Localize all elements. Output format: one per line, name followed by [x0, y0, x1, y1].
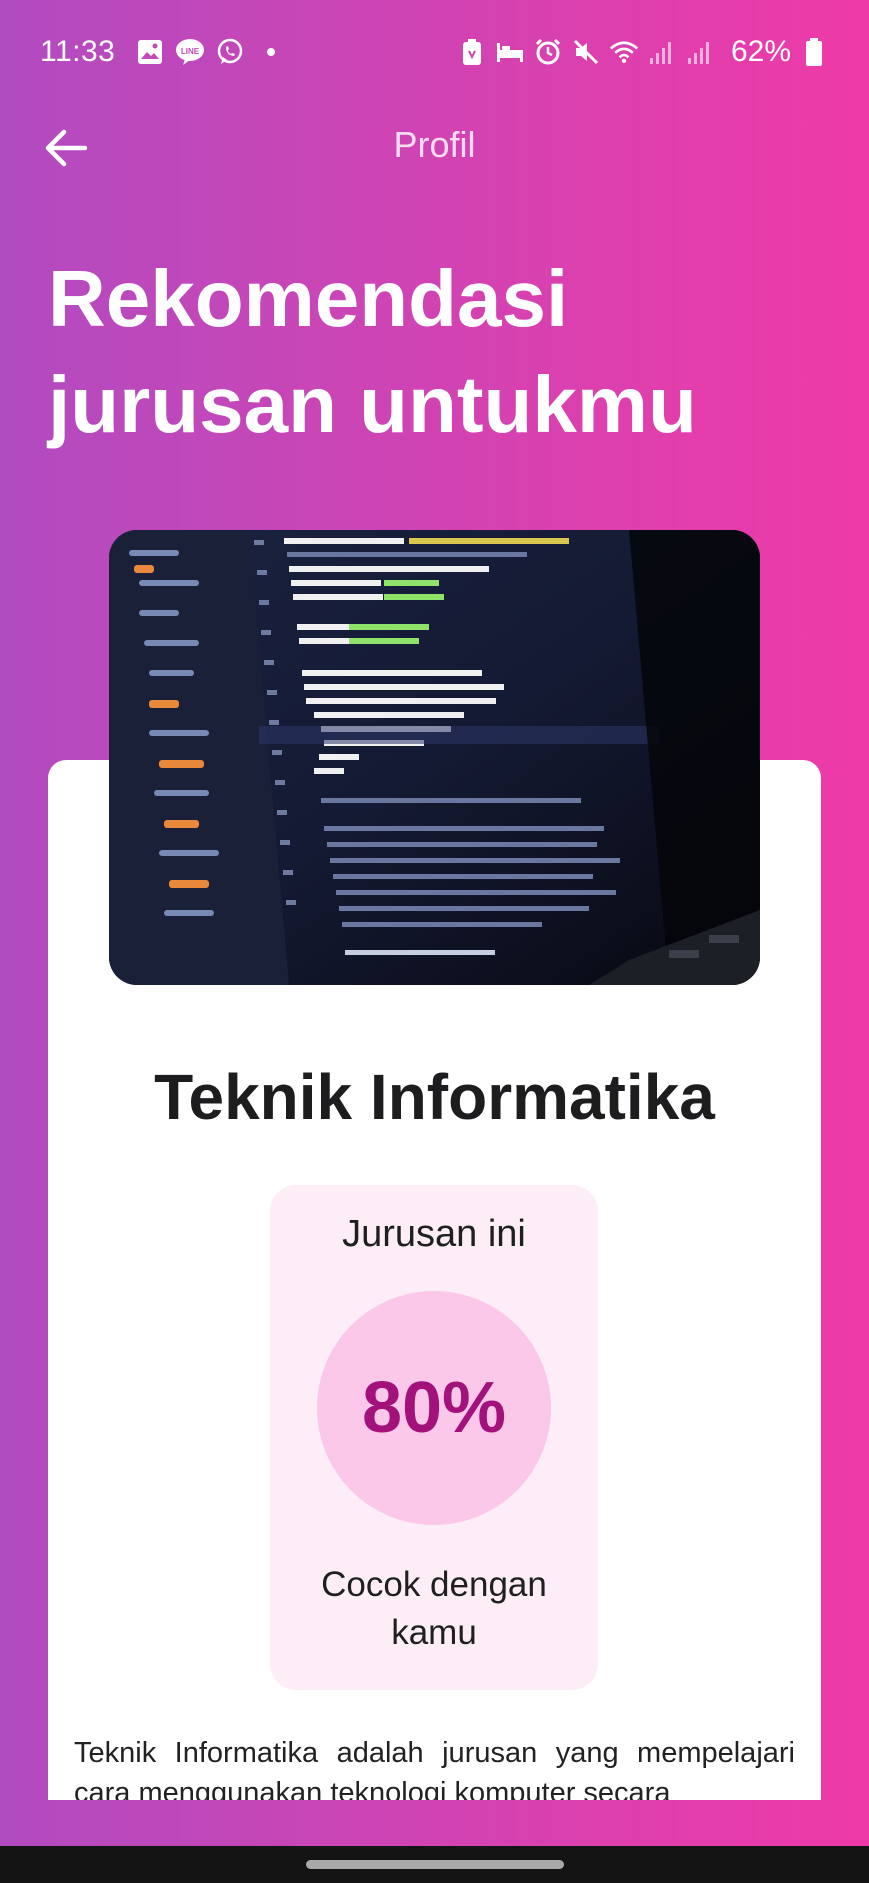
headline: Rekomendasi jurusan untukmu [48, 254, 697, 449]
signal-icon [685, 37, 715, 67]
battery-saver-icon [457, 37, 487, 67]
match-top-text: Jurusan ini [342, 1213, 526, 1255]
status-time: 11:33 [40, 35, 116, 68]
status-bar: 11:33 LINE 62% [0, 0, 869, 104]
svg-text:LINE: LINE [181, 47, 200, 56]
major-description: Teknik Informatika adalah jurusan yang m… [74, 1737, 795, 1800]
line-icon: LINE [175, 37, 205, 67]
gallery-icon [135, 37, 165, 67]
page-title: Profil [393, 124, 476, 165]
signal-icon [647, 37, 677, 67]
notification-dot [267, 48, 276, 56]
bed-icon [495, 37, 525, 67]
match-bottom-text: Cocok dengan kamu [321, 1565, 547, 1652]
navigation-bar [0, 1846, 869, 1883]
battery-percent: 62% [730, 35, 791, 68]
home-indicator[interactable] [306, 1860, 564, 1869]
match-circle: 80% [317, 1291, 551, 1525]
match-box: Jurusan ini 80% Cocok dengan kamu [270, 1185, 598, 1690]
status-left: 11:33 LINE [40, 35, 276, 69]
major-name: Teknik Informatika [154, 1061, 715, 1133]
battery-icon [799, 37, 829, 67]
wifi-icon [609, 37, 639, 67]
app-bar: Profil [0, 104, 869, 192]
mute-icon [571, 37, 601, 67]
match-percent: 80% [361, 1368, 507, 1448]
status-right: 62% [457, 35, 829, 69]
hero-image [109, 530, 760, 985]
whatsapp-icon [215, 37, 245, 67]
alarm-icon [533, 37, 563, 67]
